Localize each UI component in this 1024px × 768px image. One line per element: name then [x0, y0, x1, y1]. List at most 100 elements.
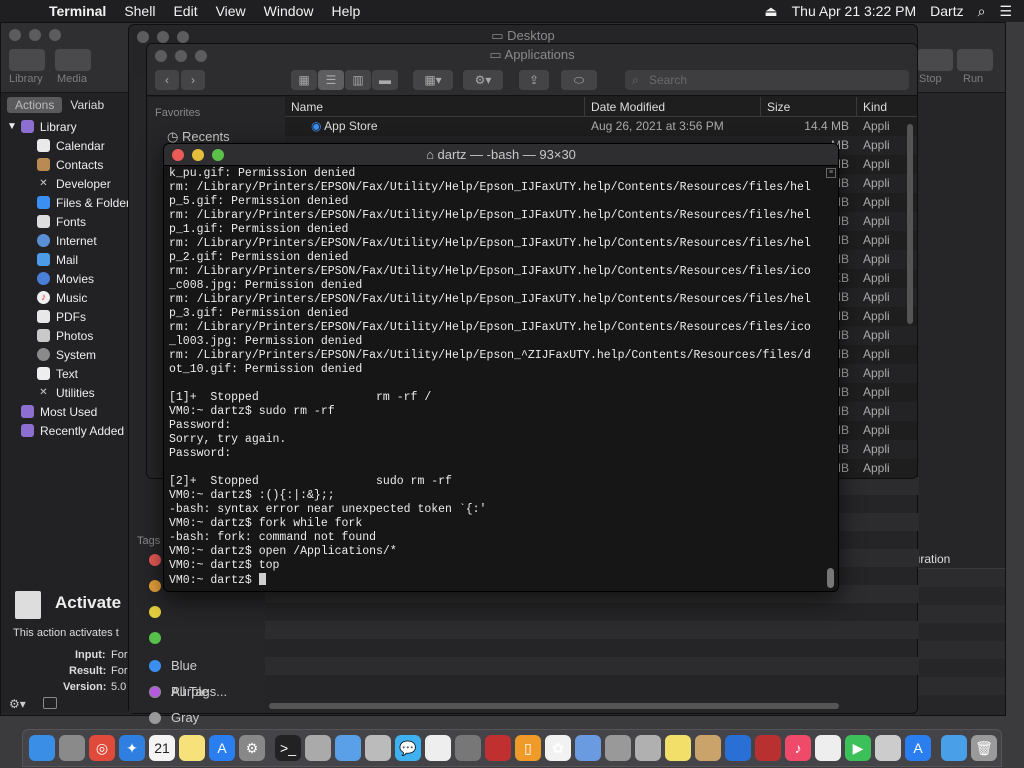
- run-button[interactable]: [957, 49, 993, 71]
- column-name[interactable]: Name: [285, 97, 585, 116]
- library-item-music[interactable]: ♪ Music: [37, 288, 87, 307]
- menu-help[interactable]: Help: [322, 3, 369, 19]
- dictionary-icon[interactable]: [755, 735, 781, 761]
- icon-view-button[interactable]: ▦: [291, 70, 317, 90]
- scroll-indicator-icon[interactable]: ≡: [826, 168, 836, 178]
- contacts-icon[interactable]: [695, 735, 721, 761]
- terminal-prompt-line[interactable]: VM0:~ dartz$: [169, 573, 821, 588]
- menu-app-terminal[interactable]: Terminal: [40, 3, 115, 19]
- spotlight-search-icon[interactable]: ⌕: [978, 3, 986, 20]
- grapher-icon[interactable]: [575, 735, 601, 761]
- library-item-developer[interactable]: ✕ Developer: [37, 174, 110, 193]
- terminal-titlebar[interactable]: ⌂ dartz — -bash — 93×30: [164, 144, 838, 166]
- table-row[interactable]: ◉ App Store Aug 26, 2021 at 3:56 PM 14.4…: [285, 117, 917, 136]
- library-item-movies[interactable]: Movies: [37, 269, 94, 288]
- preview-icon[interactable]: [335, 735, 361, 761]
- downloads-icon[interactable]: [941, 735, 967, 761]
- automator-zoom-button[interactable]: [49, 29, 61, 41]
- forward-button[interactable]: ›: [181, 70, 205, 90]
- tag-all-tags[interactable]: All Tags...: [149, 684, 227, 699]
- library-toggle-button[interactable]: [9, 49, 45, 71]
- notes-icon[interactable]: [179, 735, 205, 761]
- library-item-utilities[interactable]: ✕ Utilities: [37, 383, 94, 402]
- system-preferences-icon[interactable]: ⚙: [239, 735, 265, 761]
- column-size[interactable]: Size: [761, 97, 857, 116]
- finder-icon[interactable]: [29, 735, 55, 761]
- segment-variables[interactable]: Variab: [62, 97, 112, 113]
- automator-minimize-button[interactable]: [29, 29, 41, 41]
- safari-icon[interactable]: ✦: [119, 735, 145, 761]
- stop-button[interactable]: [917, 49, 953, 71]
- tag-blue[interactable]: Blue: [149, 658, 197, 673]
- column-date-modified[interactable]: Date Modified: [585, 97, 761, 116]
- menu-view[interactable]: View: [207, 3, 255, 19]
- directory-utility-icon[interactable]: [605, 735, 631, 761]
- terminal-window[interactable]: ⌂ dartz — -bash — 93×30 k_pu.gif: Permis…: [163, 143, 839, 592]
- library-item-system[interactable]: System: [37, 345, 96, 364]
- library-item-calendar[interactable]: Calendar: [37, 136, 105, 155]
- automator-close-button[interactable]: [9, 29, 21, 41]
- column-view-button[interactable]: ▥: [345, 70, 371, 90]
- calendar-icon[interactable]: 21: [149, 735, 175, 761]
- menu-shell[interactable]: Shell: [115, 3, 164, 19]
- app-store2-icon[interactable]: A: [905, 735, 931, 761]
- action-gear-menu-icon[interactable]: ⚙▾: [9, 697, 26, 711]
- actions-variables-segment[interactable]: Actions Variab: [7, 97, 112, 113]
- menu-user[interactable]: Dartz: [930, 3, 963, 19]
- description-toggle-icon[interactable]: [43, 697, 57, 709]
- tag-green[interactable]: [149, 632, 171, 644]
- search-field[interactable]: ⌕ Search: [625, 70, 909, 90]
- launchpad-icon[interactable]: [59, 735, 85, 761]
- disk-utility-icon[interactable]: [305, 735, 331, 761]
- library-item-internet[interactable]: Internet: [37, 231, 97, 250]
- textedit-icon[interactable]: [425, 735, 451, 761]
- photos-icon[interactable]: ✿: [545, 735, 571, 761]
- library-recently-added[interactable]: Recently Added: [21, 421, 124, 440]
- library-item-fonts[interactable]: Fonts: [37, 212, 86, 231]
- action-gear-button[interactable]: ⚙▾: [463, 70, 503, 90]
- library-most-used[interactable]: Most Used: [21, 402, 97, 421]
- library-root[interactable]: ▼ Library: [7, 117, 77, 136]
- library-item-photos[interactable]: Photos: [37, 326, 93, 345]
- tag-gray[interactable]: Gray: [149, 710, 199, 725]
- tag-yellow[interactable]: [149, 606, 171, 618]
- list-view-button[interactable]: ☰: [318, 70, 344, 90]
- terminal-scrollbar[interactable]: ≡: [826, 168, 836, 590]
- apps-vertical-scrollbar[interactable]: [907, 124, 913, 324]
- notes2-icon[interactable]: [815, 735, 841, 761]
- menu-clock[interactable]: Thu Apr 21 3:22 PM: [792, 3, 917, 19]
- tag-button[interactable]: ⬭: [561, 70, 597, 90]
- terminal-icon[interactable]: >_: [275, 735, 301, 761]
- library-item-mail[interactable]: Mail: [37, 250, 78, 269]
- books-icon[interactable]: ▯: [515, 735, 541, 761]
- library-item-contacts[interactable]: Contacts: [37, 155, 103, 174]
- facetime-icon[interactable]: ▶: [845, 735, 871, 761]
- share-button[interactable]: ⇪: [519, 70, 549, 90]
- control-center-icon[interactable]: ☰: [999, 3, 1012, 20]
- media-button[interactable]: [55, 49, 91, 71]
- messages-icon[interactable]: 💬: [395, 735, 421, 761]
- keychain-icon[interactable]: [635, 735, 661, 761]
- photo-booth-icon[interactable]: [485, 735, 511, 761]
- music-icon[interactable]: ♪: [785, 735, 811, 761]
- desktop-horizontal-scrollbar[interactable]: [269, 703, 839, 709]
- eject-icon[interactable]: ⏏: [764, 3, 777, 20]
- terminal-output[interactable]: k_pu.gif: Permission denied rm: /Library/…: [169, 167, 821, 591]
- segment-actions[interactable]: Actions: [7, 97, 63, 113]
- disclosure-triangle-icon[interactable]: ▼: [7, 121, 17, 132]
- font-book-icon[interactable]: [875, 735, 901, 761]
- trash-icon[interactable]: 🗑: [971, 735, 997, 761]
- stickies-icon[interactable]: [665, 735, 691, 761]
- gallery-view-button[interactable]: ▬: [372, 70, 398, 90]
- app-store-icon[interactable]: A: [209, 735, 235, 761]
- safari-tech-icon[interactable]: [725, 735, 751, 761]
- library-item-pdfs[interactable]: PDFs: [37, 307, 86, 326]
- back-button[interactable]: ‹: [155, 70, 179, 90]
- group-by-button[interactable]: ▦▾: [413, 70, 453, 90]
- library-item-text[interactable]: Text: [37, 364, 78, 383]
- chrome-icon[interactable]: ◎: [89, 735, 115, 761]
- column-kind[interactable]: Kind: [857, 97, 917, 116]
- library-item-files[interactable]: Files & Folders: [37, 193, 136, 212]
- automator-icon[interactable]: [455, 735, 481, 761]
- scroll-thumb[interactable]: [827, 568, 834, 588]
